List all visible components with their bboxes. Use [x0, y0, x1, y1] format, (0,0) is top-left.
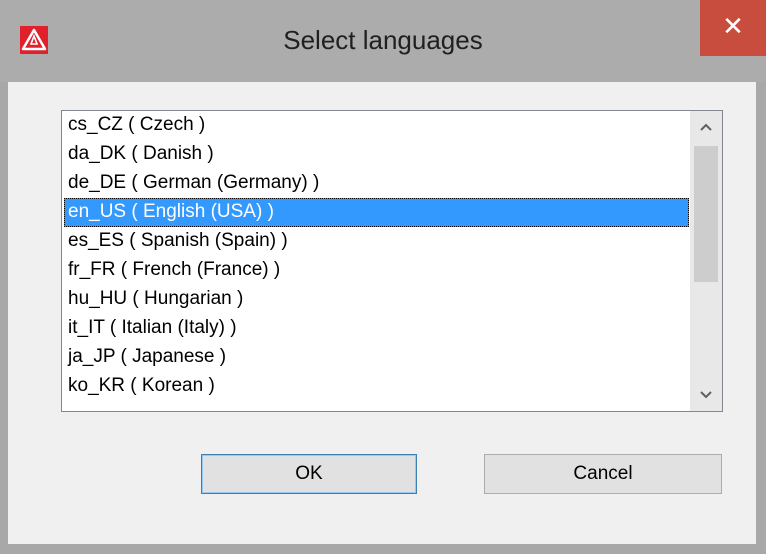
chevron-down-icon — [700, 391, 712, 399]
scroll-down-button[interactable] — [690, 379, 722, 411]
language-list-item[interactable]: es_ES ( Spanish (Spain) ) — [64, 227, 689, 256]
language-list-item[interactable]: ko_KR ( Korean ) — [64, 372, 689, 401]
scroll-thumb[interactable] — [694, 146, 718, 282]
language-list-item[interactable]: da_DK ( Danish ) — [64, 140, 689, 169]
language-listbox[interactable]: cs_CZ ( Czech ) da_DK ( Danish ) de_DE ( G… — [61, 110, 723, 412]
language-list-item[interactable]: cs_CZ ( Czech ) — [64, 111, 689, 140]
language-list-item[interactable]: en_US ( English (USA) ) — [64, 198, 689, 227]
language-list-item[interactable]: hu_HU ( Hungarian ) — [64, 285, 689, 314]
close-icon: ✕ — [722, 11, 744, 41]
language-list-item[interactable]: fr_FR ( French (France) ) — [64, 256, 689, 285]
dialog-body: cs_CZ ( Czech ) da_DK ( Danish ) de_DE ( G… — [8, 82, 756, 544]
language-list-item[interactable]: it_IT ( Italian (Italy) ) — [64, 314, 689, 343]
title-bar[interactable]: Select languages ✕ — [0, 0, 766, 82]
window-title: Select languages — [283, 25, 483, 55]
scroll-up-button[interactable] — [690, 111, 722, 143]
vertical-scrollbar[interactable] — [690, 111, 722, 411]
language-list-item[interactable]: de_DE ( German (Germany) ) — [64, 169, 689, 198]
language-list[interactable]: cs_CZ ( Czech ) da_DK ( Danish ) de_DE ( G… — [64, 111, 689, 411]
cancel-button[interactable]: Cancel — [484, 454, 722, 494]
dialog-window: Select languages ✕ cs_CZ ( Czech ) da_DK … — [0, 0, 766, 554]
close-button[interactable]: ✕ — [700, 0, 766, 56]
language-list-item[interactable]: ja_JP ( Japanese ) — [64, 343, 689, 372]
chevron-up-icon — [700, 123, 712, 131]
ok-button[interactable]: OK — [201, 454, 417, 494]
